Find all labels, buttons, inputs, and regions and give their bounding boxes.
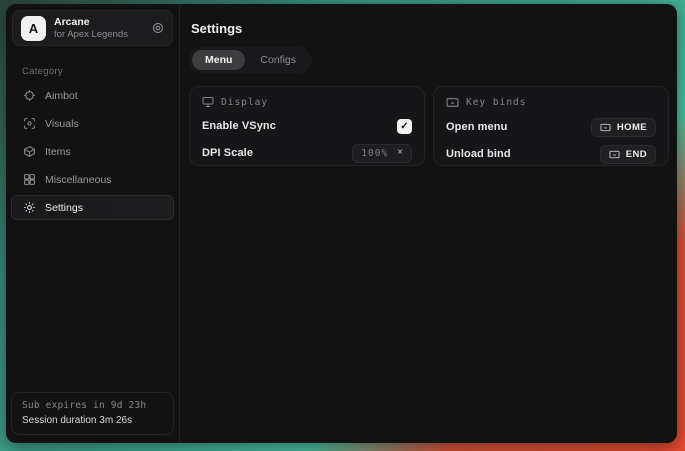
sidebar-item-label: Aimbot — [45, 90, 78, 102]
crosshair-icon — [23, 89, 36, 102]
brand-text: Arcane for Apex Legends — [54, 16, 144, 41]
sidebar-item-settings[interactable]: Settings — [11, 195, 174, 220]
sidebar-item-label: Miscellaneous — [45, 174, 112, 186]
keybinds-card-title: Key binds — [466, 97, 526, 108]
tab-bar: Menu Configs — [189, 47, 312, 73]
tab-menu[interactable]: Menu — [192, 50, 245, 70]
settings-cards: Display Enable VSync ✓ DPI Scale 100% × — [189, 86, 669, 166]
sidebar-spacer — [6, 220, 179, 386]
keyboard-icon — [446, 96, 459, 109]
sidebar-item-items[interactable]: Items — [11, 139, 174, 164]
sidebar-item-label: Settings — [45, 202, 83, 214]
sidebar: A Arcane for Apex Legends Category A — [6, 4, 180, 443]
enable-vsync-row: Enable VSync ✓ — [202, 117, 412, 135]
brand-subtitle: for Apex Legends — [54, 29, 144, 41]
clear-icon[interactable]: × — [397, 148, 403, 158]
logo-letter: A — [29, 21, 38, 36]
sidebar-item-miscellaneous[interactable]: Miscellaneous — [11, 167, 174, 192]
category-label: Category — [22, 66, 163, 77]
unload-bind-label: Unload bind — [446, 148, 511, 160]
vsync-checkbox[interactable]: ✓ — [397, 119, 412, 134]
tab-configs[interactable]: Configs — [247, 50, 309, 70]
unload-bind-keybind-button[interactable]: END — [600, 145, 656, 164]
monitor-icon — [202, 96, 214, 108]
sidebar-nav: Aimbot Visuals Items — [6, 83, 179, 220]
blocks-icon — [23, 173, 36, 186]
keybinds-card-header: Key binds — [446, 96, 656, 109]
scan-eye-icon — [23, 117, 36, 130]
open-menu-keybind-button[interactable]: HOME — [591, 118, 656, 137]
sidebar-item-label: Visuals — [45, 118, 79, 130]
display-card-header: Display — [202, 96, 412, 108]
open-menu-row: Open menu HOME — [446, 118, 656, 136]
dpi-scale-value: 100% — [361, 148, 388, 159]
display-card-title: Display — [221, 97, 268, 108]
gear-icon — [23, 201, 36, 214]
unload-bind-key: END — [626, 149, 647, 160]
brand-name: Arcane — [54, 16, 144, 29]
sub-expires-text: Sub expires in 9d 23h — [22, 400, 163, 411]
main-panel: Settings Menu Configs Display Enable VSy… — [180, 4, 677, 443]
app-window: A Arcane for Apex Legends Category A — [6, 4, 677, 443]
keyboard-icon — [600, 122, 611, 133]
open-menu-key: HOME — [617, 122, 647, 133]
page-title: Settings — [191, 21, 669, 36]
keybinds-card: Key binds Open menu HOME Unload bind — [433, 86, 669, 166]
dpi-scale-label: DPI Scale — [202, 147, 253, 159]
enable-vsync-label: Enable VSync — [202, 120, 276, 132]
display-card: Display Enable VSync ✓ DPI Scale 100% × — [189, 86, 425, 166]
brand-card: A Arcane for Apex Legends — [12, 10, 173, 46]
open-menu-label: Open menu — [446, 121, 507, 133]
target-circle-icon[interactable] — [152, 22, 164, 34]
check-icon: ✓ — [400, 121, 408, 132]
subscription-card: Sub expires in 9d 23h Session duration 3… — [11, 392, 174, 435]
sidebar-item-aimbot[interactable]: Aimbot — [11, 83, 174, 108]
keyboard-icon — [609, 149, 620, 160]
app-logo: A — [21, 16, 46, 41]
dpi-scale-row: DPI Scale 100% × — [202, 144, 412, 162]
dpi-scale-input[interactable]: 100% × — [352, 144, 412, 163]
sidebar-item-label: Items — [45, 146, 71, 158]
cube-icon — [23, 145, 36, 158]
unload-bind-row: Unload bind END — [446, 145, 656, 163]
session-duration-text: Session duration 3m 26s — [22, 415, 163, 426]
sidebar-item-visuals[interactable]: Visuals — [11, 111, 174, 136]
